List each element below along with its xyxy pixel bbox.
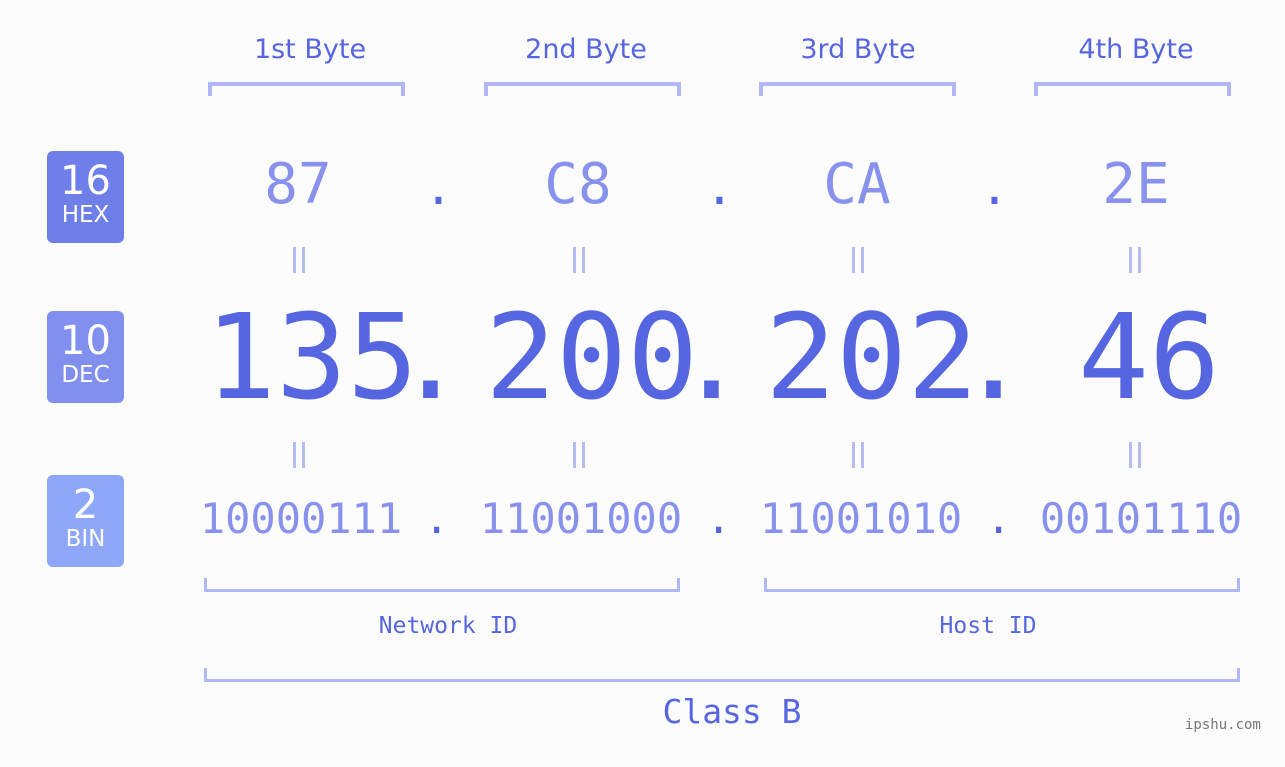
host-id-bracket [764, 578, 1240, 592]
dec-byte-2: 200 [485, 288, 699, 426]
bin-separator-2: . [706, 494, 732, 543]
bin-badge: 2 BIN [47, 475, 124, 567]
network-id-bracket [204, 578, 680, 592]
dec-byte-3: 202 [765, 288, 979, 426]
hex-separator-2: . [705, 160, 734, 216]
hex-badge: 16 HEX [47, 151, 124, 243]
hex-separator-1: . [424, 160, 453, 216]
equals-icon [1125, 442, 1145, 468]
equals-icon [289, 247, 309, 273]
bin-separator-1: . [424, 494, 450, 543]
dec-separator-3: . [958, 288, 1030, 426]
byte-bracket-3 [759, 82, 956, 96]
dec-byte-1: 135 [205, 288, 419, 426]
bin-byte-4: 00101110 [1039, 494, 1243, 543]
equals-icon [569, 442, 589, 468]
hex-byte-1: 87 [264, 152, 332, 217]
equals-icon [1125, 247, 1145, 273]
hex-byte-3: CA [823, 152, 891, 217]
dec-separator-2: . [676, 288, 748, 426]
bin-byte-3: 11001010 [759, 494, 963, 543]
class-label: Class B [662, 692, 802, 731]
byte-bracket-4 [1034, 82, 1231, 96]
watermark: ipshu.com [1185, 717, 1261, 733]
byte-bracket-2 [484, 82, 681, 96]
dec-separator-1: . [395, 288, 467, 426]
equals-icon [569, 247, 589, 273]
byte-header-1: 1st Byte [253, 34, 367, 65]
byte-header-2: 2nd Byte [525, 34, 647, 65]
hex-byte-4: 2E [1102, 152, 1170, 217]
dec-badge: 10 DEC [47, 311, 124, 403]
bin-badge-base: 2 [72, 482, 99, 528]
byte-bracket-1 [208, 82, 405, 96]
hex-byte-2: C8 [544, 152, 612, 217]
byte-header-4: 4th Byte [1078, 34, 1194, 65]
network-id-label: Network ID [378, 613, 518, 639]
hex-badge-base: 16 [60, 158, 111, 204]
class-bracket [204, 668, 1240, 682]
hex-separator-3: . [980, 160, 1009, 216]
dec-badge-label: DEC [61, 362, 110, 388]
equals-icon [848, 442, 868, 468]
hex-badge-label: HEX [61, 202, 110, 228]
equals-icon [848, 247, 868, 273]
host-id-label: Host ID [939, 613, 1037, 639]
byte-header-3: 3rd Byte [800, 34, 916, 65]
dec-byte-4: 46 [1078, 288, 1221, 426]
bin-badge-label: BIN [65, 526, 106, 552]
bin-byte-2: 11001000 [479, 494, 683, 543]
dec-badge-base: 10 [60, 318, 111, 364]
bin-separator-3: . [986, 494, 1012, 543]
equals-icon [289, 442, 309, 468]
bin-byte-1: 10000111 [199, 494, 403, 543]
